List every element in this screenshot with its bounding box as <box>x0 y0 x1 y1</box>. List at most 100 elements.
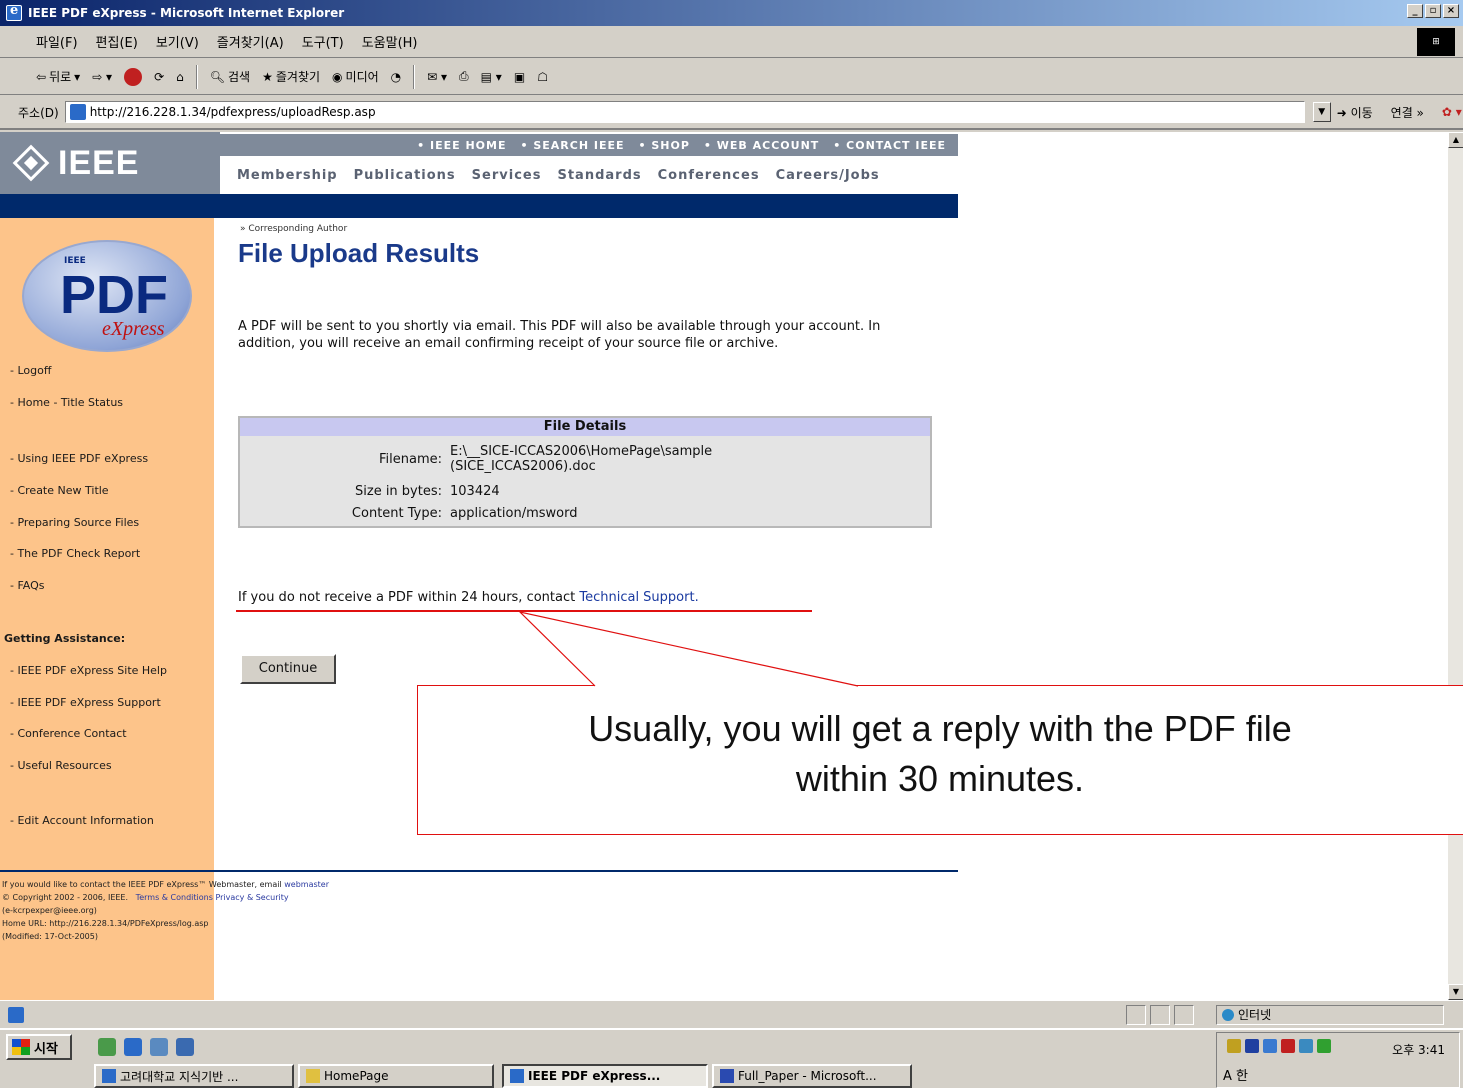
edit-button[interactable]: ▤ ▾ <box>481 70 502 84</box>
print-icon: ⎙ <box>459 69 469 83</box>
footer-line-2: © Copyright 2002 - 2006, IEEE. Terms & C… <box>2 891 329 904</box>
taskbar-item-full-paper[interactable]: Full_Paper - Microsoft... <box>712 1064 912 1088</box>
ime-indicator[interactable]: A 한 <box>1223 1065 1248 1084</box>
sidebar-item-conference-contact[interactable]: - Conference Contact <box>10 727 127 740</box>
logo-express-label: eXpress <box>102 318 165 340</box>
go-button[interactable]: ➜ 이동 <box>1337 104 1373 121</box>
ie-icon <box>6 3 22 21</box>
media-button[interactable]: ◉ 미디어 <box>332 68 379 85</box>
terms-privacy-links[interactable]: Terms & Conditions Privacy & Security <box>136 893 289 902</box>
toolbar-separator <box>195 64 198 89</box>
webmaster-link[interactable]: webmaster <box>284 880 329 889</box>
page-viewport: IEEE • IEEE HOME • SEARCH IEEE • SHOP • … <box>0 132 1447 1000</box>
back-button[interactable]: ⇦ 뒤로 ▾ <box>36 68 80 85</box>
ieee-logo[interactable]: IEEE <box>0 132 220 194</box>
nav-search-ieee[interactable]: • SEARCH IEEE <box>520 139 624 152</box>
footer-modified: (Modified: 17-Oct-2005) <box>2 932 98 941</box>
media-quicklaunch-icon[interactable] <box>176 1038 194 1056</box>
technical-support-link[interactable]: Technical Support. <box>579 590 698 605</box>
ie-quicklaunch-icon[interactable] <box>124 1038 142 1056</box>
search-button[interactable]: 🔍︎ 검색 <box>210 68 250 85</box>
discuss-button[interactable]: ▣ <box>514 70 525 84</box>
menu-view[interactable]: 보기(V) <box>156 32 199 51</box>
task-label: Full_Paper - Microsoft... <box>738 1069 877 1083</box>
favorites-label: 즐겨찾기 <box>275 70 321 84</box>
sidebar-item-check-report[interactable]: - The PDF Check Report <box>10 547 140 560</box>
start-label: 시작 <box>34 1041 58 1057</box>
home-button[interactable]: ⌂ <box>176 70 184 84</box>
nav-web-account[interactable]: • WEB ACCOUNT <box>704 139 819 152</box>
sidebar-item-logoff[interactable]: - Logoff <box>10 364 51 377</box>
nav-services[interactable]: Services <box>472 168 542 183</box>
tray-icon[interactable] <box>1227 1039 1241 1053</box>
continue-button[interactable]: Continue <box>240 654 336 684</box>
ieee-logo-text: IEEE <box>58 143 140 182</box>
nav-publications[interactable]: Publications <box>354 168 456 183</box>
print-button[interactable]: ⎙ <box>459 69 469 84</box>
sidebar-item-home[interactable]: - Home - Title Status <box>10 396 123 409</box>
scroll-down-button[interactable]: ▼ <box>1448 984 1463 1000</box>
scroll-up-button[interactable]: ▲ <box>1448 132 1463 148</box>
menu-favorites[interactable]: 즐겨찾기(A) <box>217 32 284 51</box>
sidebar-item-faqs[interactable]: - FAQs <box>10 579 45 592</box>
footer-contact-text: If you would like to contact the IEEE PD… <box>2 880 285 889</box>
address-input[interactable]: http://216.228.1.34/pdfexpress/uploadRes… <box>64 101 1305 123</box>
explorer-quicklaunch-icon[interactable] <box>150 1038 168 1056</box>
tray-icon[interactable] <box>1245 1039 1259 1053</box>
size-label: Size in bytes: <box>355 484 442 499</box>
address-dropdown-button[interactable]: ▼ <box>1312 102 1331 122</box>
sidebar-item-edit-account[interactable]: - Edit Account Information <box>10 814 154 827</box>
taskbar-item-homepage[interactable]: HomePage <box>298 1064 494 1088</box>
window-title-bar: IEEE PDF eXpress - Microsoft Internet Ex… <box>0 0 1463 26</box>
show-desktop-icon[interactable] <box>98 1038 116 1056</box>
start-button[interactable]: 시작 <box>6 1034 72 1060</box>
norton-icon[interactable]: ✿ ▾ <box>1442 105 1462 119</box>
refresh-button[interactable]: ⟳ <box>154 70 164 84</box>
sidebar-item-useful-resources[interactable]: - Useful Resources <box>10 759 112 772</box>
maximize-button[interactable]: ▫ <box>1425 4 1441 18</box>
menu-tools[interactable]: 도구(T) <box>302 32 344 51</box>
tray-icon[interactable] <box>1281 1039 1295 1053</box>
minimize-button[interactable]: _ <box>1407 4 1423 18</box>
mail-button[interactable]: ✉ ▾ <box>427 70 447 84</box>
favorites-button[interactable]: ★ 즐겨찾기 <box>262 68 320 85</box>
discuss-icon: ▣ <box>513 69 526 84</box>
forward-arrow-icon: ⇨ ▾ <box>92 69 113 84</box>
nav-standards[interactable]: Standards <box>557 168 641 183</box>
menu-edit[interactable]: 편집(E) <box>96 32 138 51</box>
footer-divider <box>0 870 958 872</box>
sidebar-item-site-help[interactable]: - IEEE PDF eXpress Site Help <box>10 664 167 677</box>
messenger-button[interactable]: ☖ <box>537 70 548 84</box>
nav-ieee-home[interactable]: • IEEE HOME <box>417 139 506 152</box>
tray-icon[interactable] <box>1299 1039 1313 1053</box>
close-button[interactable]: × <box>1443 4 1459 18</box>
sidebar-item-preparing[interactable]: - Preparing Source Files <box>10 516 139 529</box>
main-nav: Membership Publications Services Standar… <box>225 162 958 188</box>
nav-shop[interactable]: • SHOP <box>639 139 690 152</box>
status-panel <box>1126 1005 1146 1025</box>
tray-icon[interactable] <box>1317 1039 1331 1053</box>
taskbar-item-ieee-pdf-express[interactable]: IEEE PDF eXpress... <box>502 1064 708 1088</box>
forward-button[interactable]: ⇨ ▾ <box>92 70 112 84</box>
stop-button[interactable] <box>124 67 143 86</box>
nav-membership[interactable]: Membership <box>237 168 338 183</box>
sidebar-item-create-title[interactable]: - Create New Title <box>10 484 109 497</box>
page-icon <box>69 104 86 120</box>
menu-help[interactable]: 도움말(H) <box>362 32 418 51</box>
links-button[interactable]: 연결 » <box>1391 104 1424 121</box>
tray-icon[interactable] <box>1263 1039 1277 1053</box>
sidebar-item-using[interactable]: - Using IEEE PDF eXpress <box>10 452 148 465</box>
window-title: IEEE PDF eXpress - Microsoft Internet Ex… <box>28 6 345 20</box>
nav-careers[interactable]: Careers/Jobs <box>776 168 880 183</box>
status-bar: 인터넷 <box>0 1000 1463 1028</box>
folder-icon <box>306 1069 320 1083</box>
vertical-scrollbar[interactable]: ▲ ▼ <box>1447 132 1463 1000</box>
menu-file[interactable]: 파일(F) <box>36 32 78 51</box>
clock[interactable]: 오후 3:41 <box>1392 1041 1445 1058</box>
nav-contact-ieee[interactable]: • CONTACT IEEE <box>833 139 946 152</box>
sidebar-item-support[interactable]: - IEEE PDF eXpress Support <box>10 696 161 709</box>
nav-conferences[interactable]: Conferences <box>658 168 760 183</box>
content-type-label: Content Type: <box>351 506 442 521</box>
history-button[interactable]: ◔ <box>391 70 401 84</box>
taskbar-item-korea-univ[interactable]: 고려대학교 지식기반 ... <box>94 1064 294 1088</box>
